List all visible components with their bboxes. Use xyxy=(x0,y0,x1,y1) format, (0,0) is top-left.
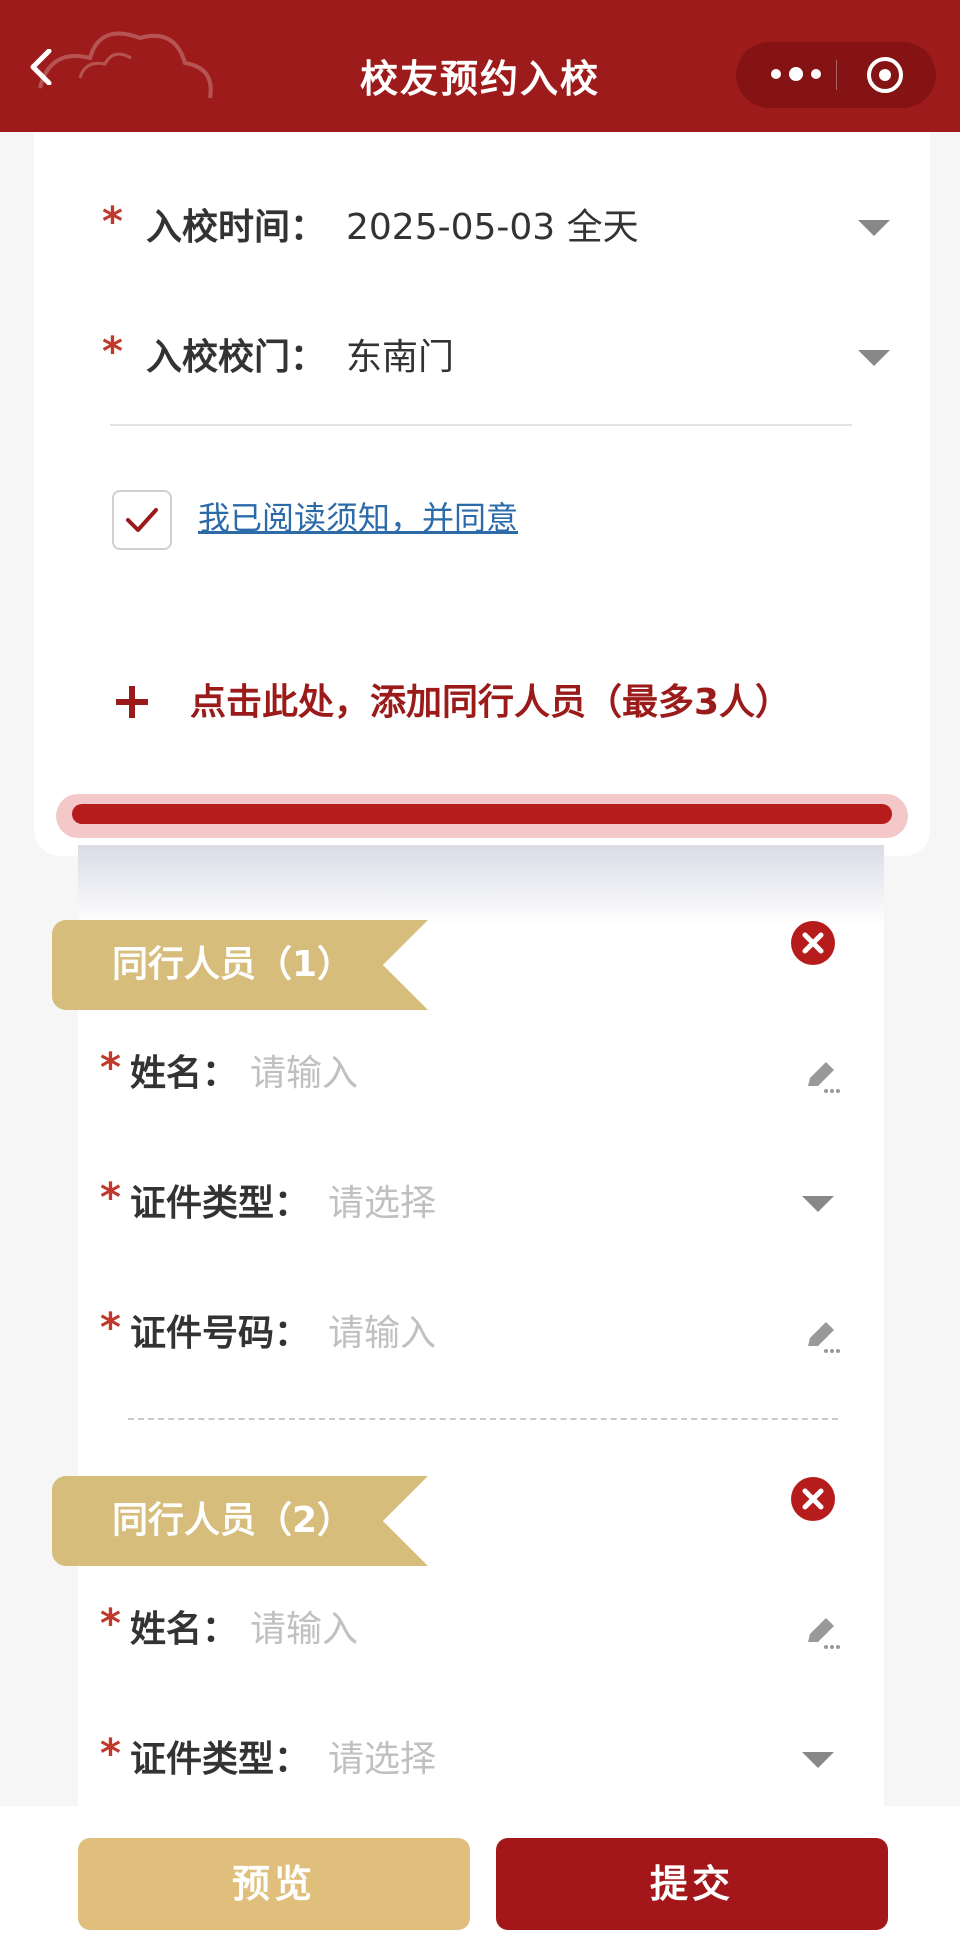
required-mark: * xyxy=(100,1045,121,1091)
id-type-placeholder: 请选择 xyxy=(328,1183,437,1224)
name-placeholder: 请输入 xyxy=(250,1053,359,1094)
entry-time-select[interactable]: * 入校时间： 2025-05-03 全天 xyxy=(70,198,890,258)
mini-program-capsule xyxy=(736,42,936,108)
companion-2-name-input[interactable]: * 姓名： 请输入 xyxy=(100,1600,860,1660)
dropdown-arrow-icon xyxy=(858,220,890,236)
pencil-icon xyxy=(808,1062,840,1093)
close-miniprogram-icon[interactable] xyxy=(866,56,904,94)
dropdown-arrow-icon xyxy=(802,1752,834,1768)
remove-companion-1-icon[interactable] xyxy=(790,920,836,966)
notice-agreement-link[interactable]: 我已阅读须知，并同意 xyxy=(198,494,518,542)
reservation-card: * 入校时间： 2025-05-03 全天 * 入校校门： 东南门 我已阅读须知… xyxy=(34,132,930,856)
scroll-shadow xyxy=(78,845,884,925)
add-companion-button[interactable]: 点击此处，添加同行人员（最多3人） xyxy=(190,676,791,730)
bottom-action-bar: 预览 提交 xyxy=(0,1806,960,1954)
required-mark: * xyxy=(100,1175,121,1221)
companion-1-title: 同行人员（1） xyxy=(112,944,354,985)
entry-time-label: 入校时间： xyxy=(146,207,327,248)
companion-2-title: 同行人员（2） xyxy=(112,1500,354,1541)
capsule-separator xyxy=(836,60,837,90)
name-placeholder: 请输入 xyxy=(250,1609,359,1650)
scroll-roller xyxy=(56,794,908,838)
companion-1-ribbon: 同行人员（1） xyxy=(52,920,428,1010)
id-type-label: 证件类型： xyxy=(130,1739,311,1780)
required-mark: * xyxy=(100,1731,121,1777)
id-type-placeholder: 请选择 xyxy=(328,1739,437,1780)
companion-1-id-number-input[interactable]: * 证件号码： 请输入 xyxy=(100,1304,860,1364)
companion-2-id-type-select[interactable]: * 证件类型： 请选择 xyxy=(100,1730,860,1790)
name-label: 姓名： xyxy=(130,1609,239,1650)
dropdown-arrow-icon xyxy=(858,350,890,366)
id-type-label: 证件类型： xyxy=(130,1183,311,1224)
dropdown-arrow-icon xyxy=(802,1196,834,1212)
required-mark: * xyxy=(102,199,123,245)
required-mark: * xyxy=(102,329,123,375)
entry-time-value: 2025-05-03 全天 xyxy=(346,207,639,248)
plus-icon[interactable] xyxy=(112,682,152,722)
entry-gate-value: 东南门 xyxy=(346,337,455,378)
companion-1-id-type-select[interactable]: * 证件类型： 请选择 xyxy=(100,1174,860,1234)
agree-checkbox[interactable] xyxy=(112,490,172,550)
dashed-divider xyxy=(128,1418,838,1420)
required-mark: * xyxy=(100,1601,121,1647)
preview-button[interactable]: 预览 xyxy=(78,1838,470,1930)
pencil-icon xyxy=(808,1618,840,1649)
entry-gate-label: 入校校门： xyxy=(146,337,327,378)
companion-2-ribbon: 同行人员（2） xyxy=(52,1476,428,1566)
required-mark: * xyxy=(100,1305,121,1351)
checkmark-icon xyxy=(126,508,158,532)
id-number-label: 证件号码： xyxy=(130,1313,311,1354)
pencil-icon xyxy=(808,1322,840,1353)
id-number-placeholder: 请输入 xyxy=(328,1313,437,1354)
remove-companion-2-icon[interactable] xyxy=(790,1476,836,1522)
name-label: 姓名： xyxy=(130,1053,239,1094)
more-dots-icon[interactable] xyxy=(766,59,826,89)
app-header: 校友预约入校 xyxy=(0,0,960,132)
entry-gate-select[interactable]: * 入校校门： 东南门 xyxy=(70,328,890,388)
divider xyxy=(110,424,852,426)
companion-1-name-input[interactable]: * 姓名： 请输入 xyxy=(100,1044,860,1104)
submit-button[interactable]: 提交 xyxy=(496,1838,888,1930)
